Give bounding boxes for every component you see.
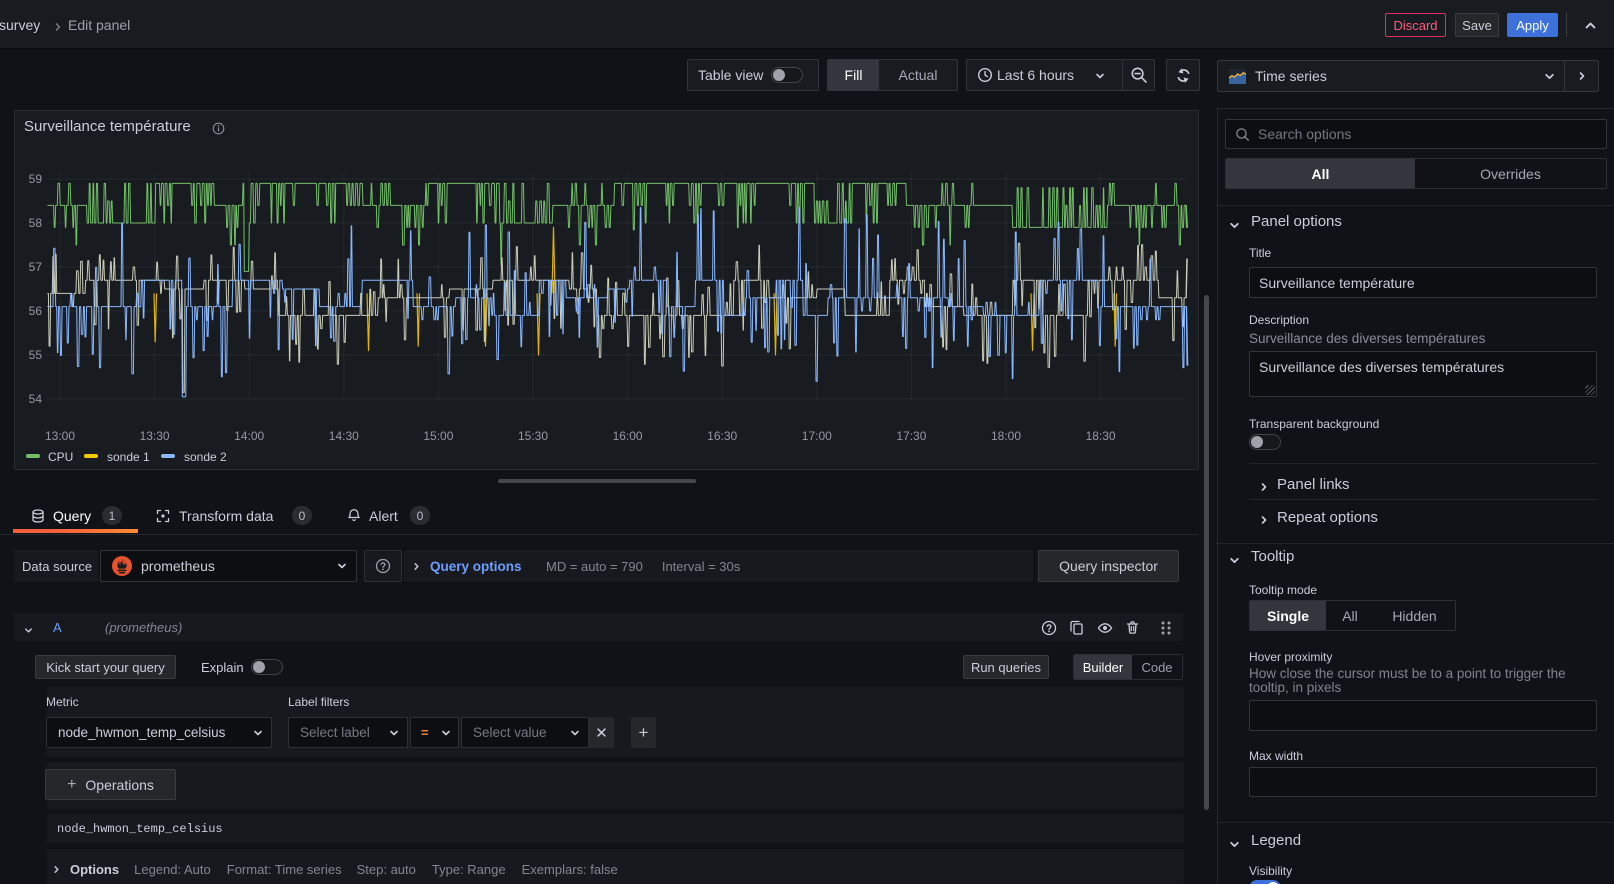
svg-text:57: 57: [29, 260, 43, 274]
svg-text:56: 56: [29, 304, 43, 318]
svg-text:15:30: 15:30: [518, 429, 548, 443]
svg-text:18:00: 18:00: [991, 429, 1021, 443]
svg-text:55: 55: [29, 348, 43, 362]
svg-text:14:30: 14:30: [329, 429, 359, 443]
svg-text:13:00: 13:00: [45, 429, 75, 443]
svg-text:13:30: 13:30: [140, 429, 170, 443]
svg-text:17:30: 17:30: [896, 429, 926, 443]
svg-text:18:30: 18:30: [1086, 429, 1116, 443]
svg-text:59: 59: [29, 172, 43, 186]
svg-text:17:00: 17:00: [802, 429, 832, 443]
svg-text:sonde 1: sonde 1: [107, 450, 150, 464]
svg-text:sonde 2: sonde 2: [184, 450, 227, 464]
svg-text:16:30: 16:30: [707, 429, 737, 443]
svg-text:16:00: 16:00: [613, 429, 643, 443]
svg-text:58: 58: [29, 216, 43, 230]
svg-text:15:00: 15:00: [423, 429, 453, 443]
svg-text:54: 54: [29, 392, 43, 406]
svg-text:14:00: 14:00: [234, 429, 264, 443]
svg-text:CPU: CPU: [48, 450, 73, 464]
